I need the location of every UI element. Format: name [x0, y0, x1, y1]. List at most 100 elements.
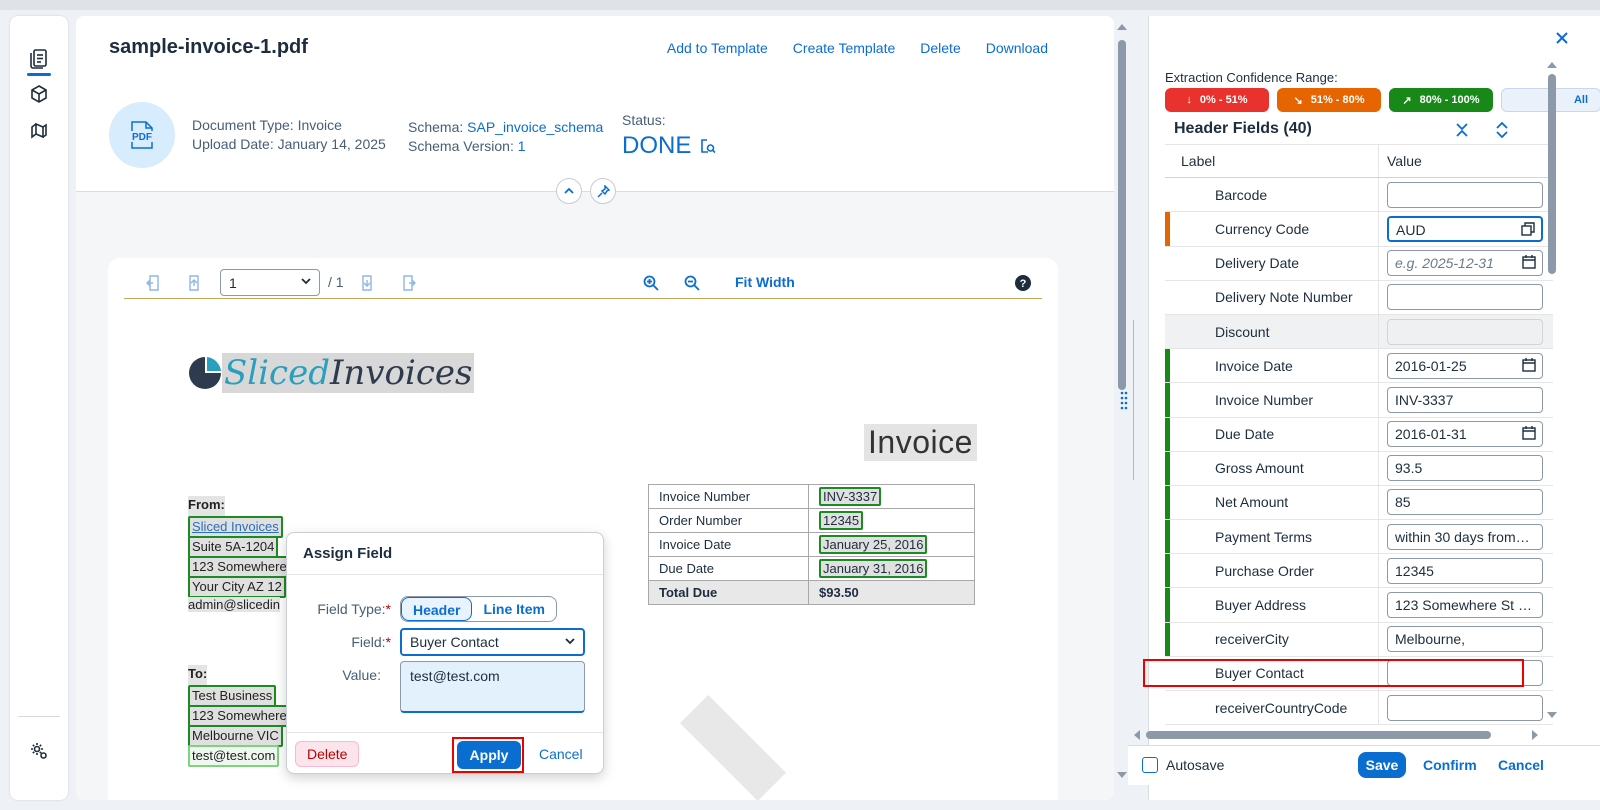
delete-field-button[interactable]: Delete [295, 741, 360, 767]
from-line-4[interactable]: Your City AZ 12 [188, 576, 286, 598]
table-row: Invoice Date 2016-01-25 [1165, 349, 1553, 384]
low-confidence-chip[interactable]: ↓ 0% - 51% [1165, 88, 1269, 112]
scroll-left-icon[interactable] [1132, 729, 1142, 741]
calendar-icon[interactable] [1522, 255, 1536, 269]
header-option[interactable]: Header [401, 597, 473, 621]
main-scrollbar[interactable] [1116, 20, 1128, 800]
chevron-down-icon [301, 278, 311, 285]
page-select[interactable]: 1 [220, 269, 320, 296]
pane-splitter[interactable] [1120, 320, 1139, 480]
table-cell-value[interactable]: INV-3337 [819, 487, 882, 506]
status-detail-icon[interactable] [699, 137, 717, 155]
doc-type-label: Document Type: [192, 117, 298, 133]
panel-hscrollbar[interactable] [1130, 729, 1540, 741]
value-help-icon[interactable] [1521, 222, 1535, 236]
table-cell-label: Invoice Date [648, 532, 809, 557]
grip-icon[interactable] [1120, 390, 1128, 410]
delivery-date-input[interactable]: e.g. 2025-12-31 [1387, 250, 1543, 277]
delete-document-link[interactable]: Delete [920, 40, 960, 56]
fit-width-button[interactable]: Fit Width [735, 274, 795, 290]
field-label: receiverCountryCode [1165, 691, 1379, 725]
panel-hscroll-thumb[interactable] [1146, 731, 1491, 739]
to-line-1[interactable]: Test Business [188, 685, 277, 707]
invoice-number-input[interactable]: INV-3337 [1387, 386, 1543, 413]
net-amount-input[interactable]: 85 [1387, 489, 1543, 516]
pin-header-button[interactable] [590, 178, 616, 204]
download-link[interactable]: Download [986, 40, 1048, 56]
high-confidence-chip[interactable]: ↗ 80% - 100% [1389, 88, 1493, 112]
cancel-button[interactable]: Cancel [1498, 757, 1544, 773]
scroll-down-icon[interactable] [1116, 770, 1128, 780]
receiver-city-input[interactable]: Melbourne, [1387, 626, 1543, 653]
apply-highlight-box [452, 737, 524, 773]
first-page-icon[interactable] [144, 273, 164, 293]
value-textarea[interactable]: test@test.com [400, 661, 585, 713]
invoice-date-input[interactable]: 2016-01-25 [1387, 352, 1543, 379]
table-row: Order Number 12345 [648, 508, 975, 533]
header-actions: Add to Template Create Template Delete D… [667, 40, 1048, 56]
calendar-icon[interactable] [1522, 426, 1536, 440]
zoom-in-icon[interactable] [641, 273, 661, 293]
currency-code-input[interactable]: AUD [1387, 215, 1543, 242]
scroll-up-icon[interactable] [1116, 22, 1128, 32]
settings-nav-icon[interactable] [22, 735, 56, 767]
collapse-all-icon[interactable] [1452, 120, 1472, 140]
expand-all-icon[interactable] [1492, 120, 1512, 140]
main-scroll-thumb[interactable] [1118, 40, 1126, 390]
payment-terms-input[interactable]: within 30 days from… [1387, 523, 1543, 550]
receiver-country-input[interactable] [1387, 694, 1543, 721]
document-header: sample-invoice-1.pdf Add to Template Cre… [76, 16, 1114, 192]
field-select[interactable]: Buyer Contact [400, 628, 585, 656]
due-date-input[interactable]: 2016-01-31 [1387, 421, 1543, 448]
save-button[interactable]: Save [1358, 752, 1406, 778]
from-label: From: [188, 496, 225, 516]
line-item-option[interactable]: Line Item [472, 597, 555, 621]
trend-up-icon: ↗ [1402, 94, 1412, 107]
create-template-link[interactable]: Create Template [793, 40, 895, 56]
panel-scroll-thumb[interactable] [1548, 74, 1556, 274]
schema-version-link[interactable]: 1 [518, 138, 526, 154]
calendar-icon[interactable] [1522, 357, 1536, 372]
scroll-right-icon[interactable] [1530, 729, 1540, 741]
previous-page-icon[interactable] [184, 273, 204, 293]
zoom-out-icon[interactable] [682, 273, 702, 293]
panel-scrollbar[interactable] [1546, 60, 1558, 720]
to-line-2[interactable]: 123 Somewhere [188, 705, 291, 727]
close-panel-icon[interactable] [1550, 26, 1574, 50]
last-page-icon[interactable] [398, 273, 418, 293]
schema-nav-icon[interactable] [22, 115, 56, 147]
autosave-checkbox[interactable] [1142, 757, 1158, 773]
table-row: Purchase Order 12345 [1165, 554, 1553, 589]
gross-amount-input[interactable]: 93.5 [1387, 455, 1543, 482]
buyer-contact-highlight-box [1143, 659, 1524, 687]
from-line-3[interactable]: 123 Somewhere [188, 556, 291, 578]
delivery-note-input[interactable] [1387, 284, 1543, 311]
discount-input [1387, 318, 1543, 345]
table-cell-value[interactable]: 12345 [819, 511, 864, 530]
table-row: Discount [1165, 314, 1553, 350]
table-cell-value[interactable]: January 25, 2016 [819, 535, 928, 554]
schema-link[interactable]: SAP_invoice_schema [467, 119, 603, 135]
from-line-1[interactable]: Sliced Invoices [188, 516, 283, 538]
barcode-input[interactable] [1387, 181, 1543, 208]
table-cell-label: Invoice Number [648, 484, 809, 509]
cube-nav-icon[interactable] [22, 78, 56, 110]
table-cell-value[interactable]: January 31, 2016 [819, 559, 928, 578]
scroll-up-icon[interactable] [1546, 60, 1558, 70]
buyer-address-input[interactable]: 123 Somewhere St … [1387, 592, 1543, 619]
to-line-4[interactable]: test@test.com [188, 745, 280, 767]
confirm-button[interactable]: Confirm [1423, 757, 1477, 773]
medium-confidence-chip[interactable]: ↘ 51% - 80% [1277, 88, 1381, 112]
next-page-icon[interactable] [357, 273, 377, 293]
scroll-down-icon[interactable] [1546, 710, 1558, 720]
panel-footer: Autosave Save Confirm Cancel [1128, 745, 1600, 785]
from-line-2[interactable]: Suite 5A-1204 [188, 536, 279, 558]
purchase-order-input[interactable]: 12345 [1387, 557, 1543, 584]
confidence-bar-green [1165, 520, 1170, 554]
documents-nav-icon[interactable] [22, 42, 56, 76]
help-icon[interactable]: ? [1013, 273, 1033, 293]
to-line-3[interactable]: Melbourne VIC [188, 725, 283, 747]
add-to-template-link[interactable]: Add to Template [667, 40, 768, 56]
cancel-popover-button[interactable]: Cancel [539, 746, 583, 762]
collapse-header-button[interactable] [556, 178, 582, 204]
